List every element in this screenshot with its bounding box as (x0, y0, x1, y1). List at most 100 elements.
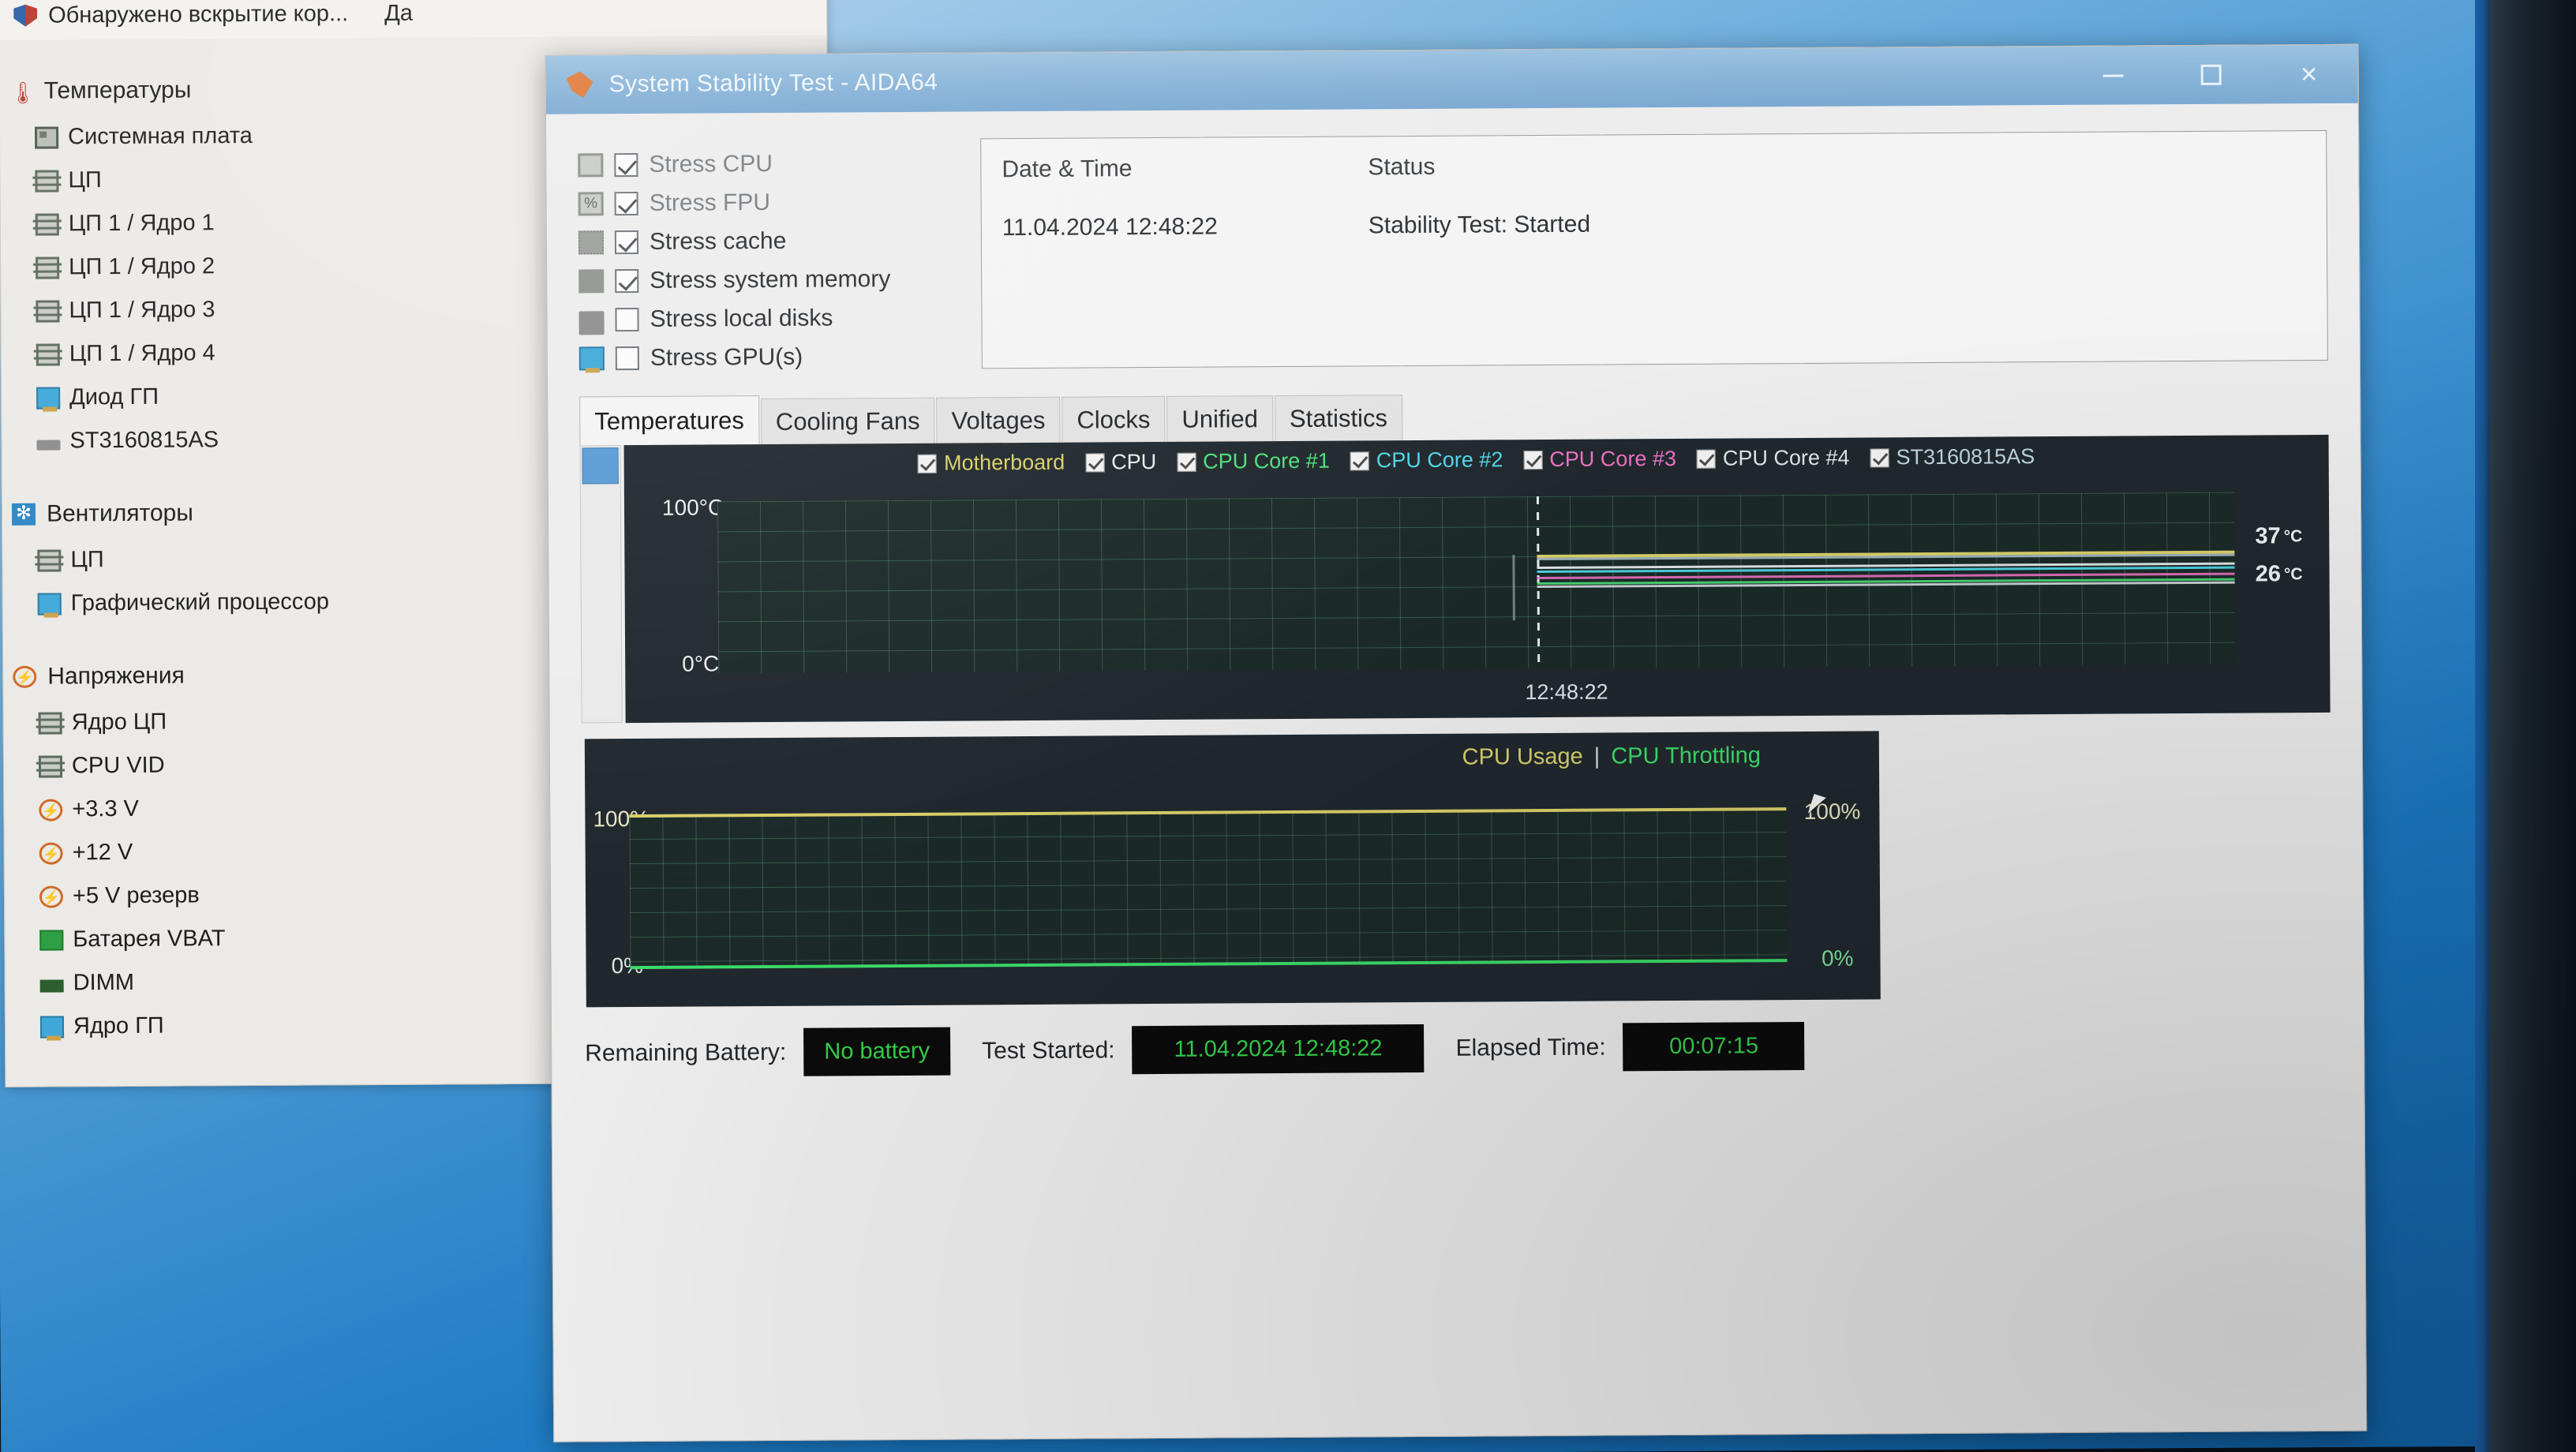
legend-item-cpu-core-3[interactable]: CPU Core #3 (1523, 447, 1676, 472)
cpu-chip-icon (35, 169, 59, 193)
legend-checkbox[interactable] (918, 454, 938, 473)
sensor-label: ЦП 1 / Ядро 2 (69, 253, 215, 280)
window-titlebar[interactable]: System Stability Test - AIDA64 ✕ (545, 44, 2358, 114)
stress-option-label: Stress cache (649, 227, 787, 255)
section-title: Напряжения (47, 662, 185, 690)
temp-readout-high-unit: °C (2283, 526, 2303, 545)
tab-voltages[interactable]: Voltages (936, 396, 1061, 443)
memory-module-icon (39, 979, 64, 993)
stress-gpu-checkbox[interactable] (615, 346, 639, 370)
tab-statistics[interactable]: Statistics (1274, 395, 1403, 442)
cpu-chip-icon (36, 342, 60, 366)
legend-item-cpu[interactable]: CPU (1085, 450, 1156, 475)
stress-option-disks[interactable]: Stress local disks (578, 298, 949, 339)
elapsed-time-value: 00:07:15 (1623, 1021, 1805, 1072)
legend-checkbox[interactable] (1350, 451, 1369, 470)
maximize-button[interactable] (2162, 45, 2260, 104)
temp-time-marker-label: 12:48:22 (1525, 679, 1608, 705)
legend-label: CPU (1111, 449, 1157, 474)
temp-axis-min-label: 0°C (682, 651, 720, 676)
tab-unified[interactable]: Unified (1166, 395, 1274, 442)
voltage-icon (13, 665, 37, 688)
legend-label: CPU Core #2 (1376, 447, 1503, 473)
cpu-chip-icon (578, 152, 604, 177)
legend-checkbox[interactable] (1177, 452, 1196, 472)
test-started-value: 11.04.2024 12:48:22 (1132, 1024, 1425, 1075)
cpu-chip-icon (37, 548, 62, 572)
sensor-label: ST3160815AS (69, 427, 219, 454)
sensor-label: CPU VID (71, 752, 165, 779)
voltage-icon (39, 841, 63, 865)
stress-fpu-checkbox[interactable] (614, 191, 638, 215)
sensor-label: ЦП 1 / Ядро 1 (68, 210, 215, 237)
legend-checkbox[interactable] (1696, 449, 1717, 469)
scrollbar-thumb[interactable] (582, 447, 619, 485)
legend-item-cpu-core-4[interactable]: CPU Core #4 (1696, 446, 1850, 471)
legend-item-motherboard[interactable]: Motherboard (918, 451, 1065, 476)
legend-label-cpu-throttling: CPU Throttling (1611, 743, 1762, 769)
stress-option-gpu[interactable]: Stress GPU(s) (578, 337, 950, 378)
legend-item-cpu-core-2[interactable]: CPU Core #2 (1350, 447, 1503, 473)
voltage-icon (39, 798, 63, 821)
table-row[interactable]: 11.04.2024 12:48:22 Stability Test: Star… (982, 193, 2327, 256)
stress-disks-checkbox[interactable] (615, 307, 639, 331)
temp-readout-low-unit: °C (2283, 564, 2303, 583)
gpu-monitor-icon (578, 346, 605, 370)
temp-readout-high-value: 37 (2255, 523, 2281, 549)
stress-option-cpu[interactable]: Stress CPU (578, 144, 949, 185)
event-log-table[interactable]: Date & Time Status 11.04.2024 12:48:22 S… (980, 129, 2328, 369)
tab-label: Clocks (1076, 405, 1151, 434)
test-status-bar: Remaining Battery: No battery Test Start… (583, 1019, 2332, 1078)
stress-memory-checkbox[interactable] (615, 268, 639, 293)
cache-chip-icon (578, 230, 605, 254)
remaining-battery-label: Remaining Battery: (585, 1038, 787, 1066)
legend-checkbox[interactable] (1523, 450, 1543, 470)
system-stability-test-window[interactable]: System Stability Test - AIDA64 ✕ Stress … (545, 43, 2368, 1443)
temperatures-chart[interactable]: Motherboard CPU CPU Core #1 CPU Core #2 … (623, 434, 2331, 724)
tab-temperatures[interactable]: Temperatures (579, 395, 760, 446)
close-button[interactable]: ✕ (2260, 45, 2357, 104)
temperatures-plot (717, 492, 2236, 674)
legend-label: Motherboard (944, 450, 1065, 475)
table-header-row: Date & Time Status (981, 131, 2326, 200)
minimize-button[interactable] (2064, 46, 2162, 105)
sensor-label: Графический процессор (70, 589, 330, 616)
stress-option-memory[interactable]: Stress system memory (578, 260, 949, 301)
legend-item-cpu-core-1[interactable]: CPU Core #1 (1177, 449, 1330, 474)
hard-disk-icon (36, 439, 61, 451)
usage-axis-min-label-right: 0% (1821, 945, 1854, 971)
stress-options-list: Stress CPU Stress FPU Stress cache (578, 139, 950, 378)
motherboard-icon (35, 125, 59, 149)
cpu-chip-icon (38, 754, 63, 778)
tab-cooling-fans[interactable]: Cooling Fans (760, 397, 935, 445)
sensor-label: ЦП (70, 547, 104, 573)
sensor-label: Ядро ЦП (71, 709, 167, 735)
column-header-status: Status (1368, 153, 1436, 181)
legend-item-st3160815as[interactable]: ST3160815AS (1870, 444, 2035, 470)
stress-option-cache[interactable]: Stress cache (578, 221, 949, 262)
sensor-panel-top-row: Обнаружено вскрытие кор... Да (0, 0, 827, 40)
stress-option-fpu[interactable]: Stress FPU (578, 182, 949, 223)
elapsed-time-label: Elapsed Time: (1455, 1034, 1606, 1061)
temp-readout-low-value: 26 (2255, 561, 2282, 587)
sensor-label: +12 V (72, 839, 133, 866)
legend-checkbox[interactable] (1085, 452, 1105, 473)
cpu-usage-chart[interactable]: CPU Usage | CPU Throttling 100% 0% 100% … (584, 731, 1881, 1008)
legend-checkbox[interactable] (1870, 447, 1889, 467)
tab-clocks[interactable]: Clocks (1061, 395, 1166, 443)
temp-readout-low: 26 °C (2256, 561, 2303, 587)
series-rise-edge (1512, 555, 1516, 621)
chassis-intrusion-label: Обнаружено вскрытие кор... (48, 0, 349, 28)
stress-cache-checkbox[interactable] (614, 230, 639, 254)
gpu-monitor-icon (36, 386, 61, 410)
legend-label: CPU Core #3 (1549, 446, 1677, 471)
cpu-chip-icon (36, 299, 60, 323)
shield-icon (13, 5, 37, 27)
chart-scrollbar[interactable] (579, 445, 623, 724)
tab-label: Temperatures (594, 406, 744, 435)
sensor-label: Ядро ГП (73, 1012, 164, 1039)
test-started-label: Test Started: (982, 1036, 1115, 1064)
stress-cpu-checkbox[interactable] (614, 152, 638, 177)
sensor-label: ЦП 1 / Ядро 3 (69, 297, 215, 324)
gpu-monitor-icon (37, 592, 62, 616)
